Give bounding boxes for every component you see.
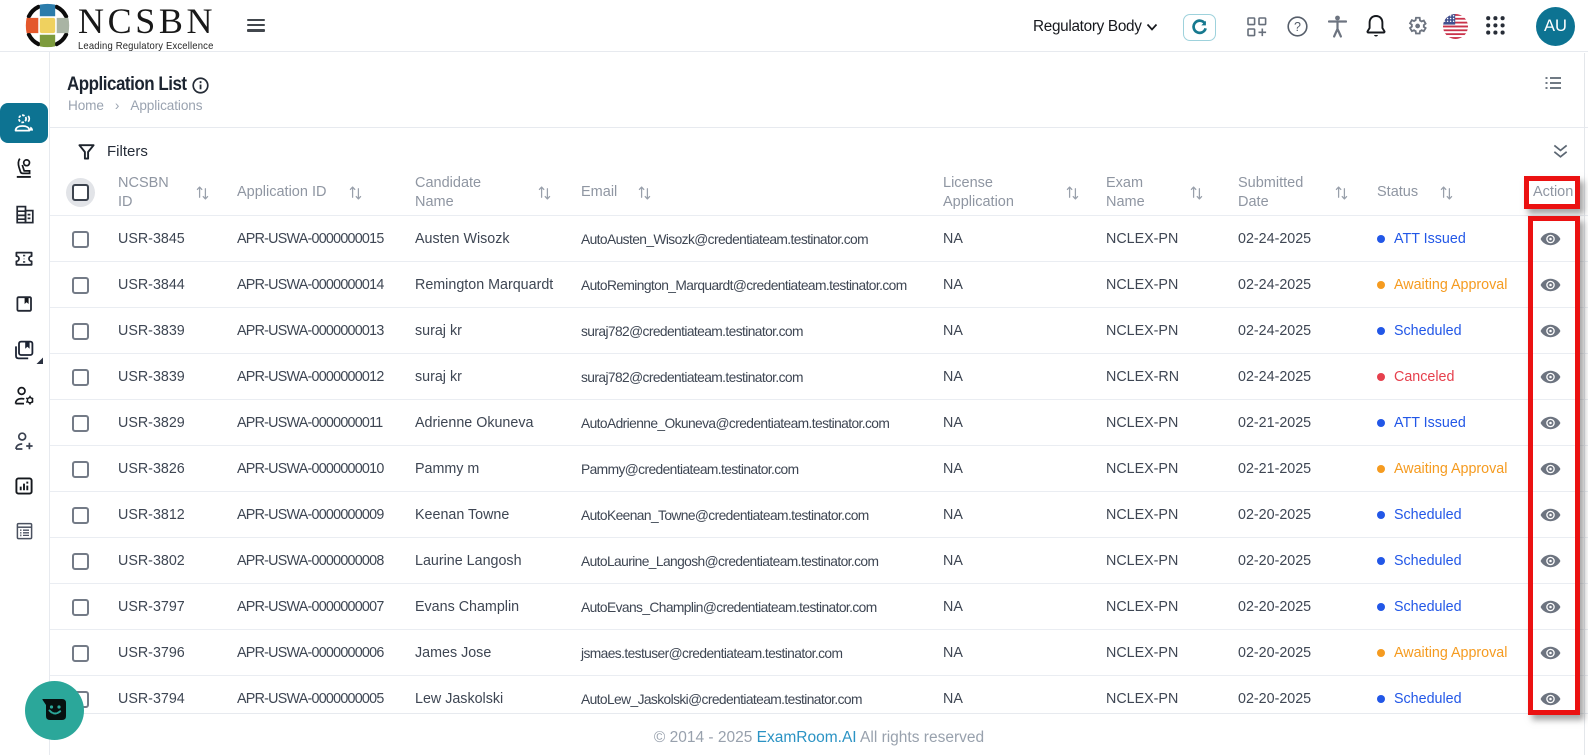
svg-text:?: ? [1294, 20, 1301, 34]
